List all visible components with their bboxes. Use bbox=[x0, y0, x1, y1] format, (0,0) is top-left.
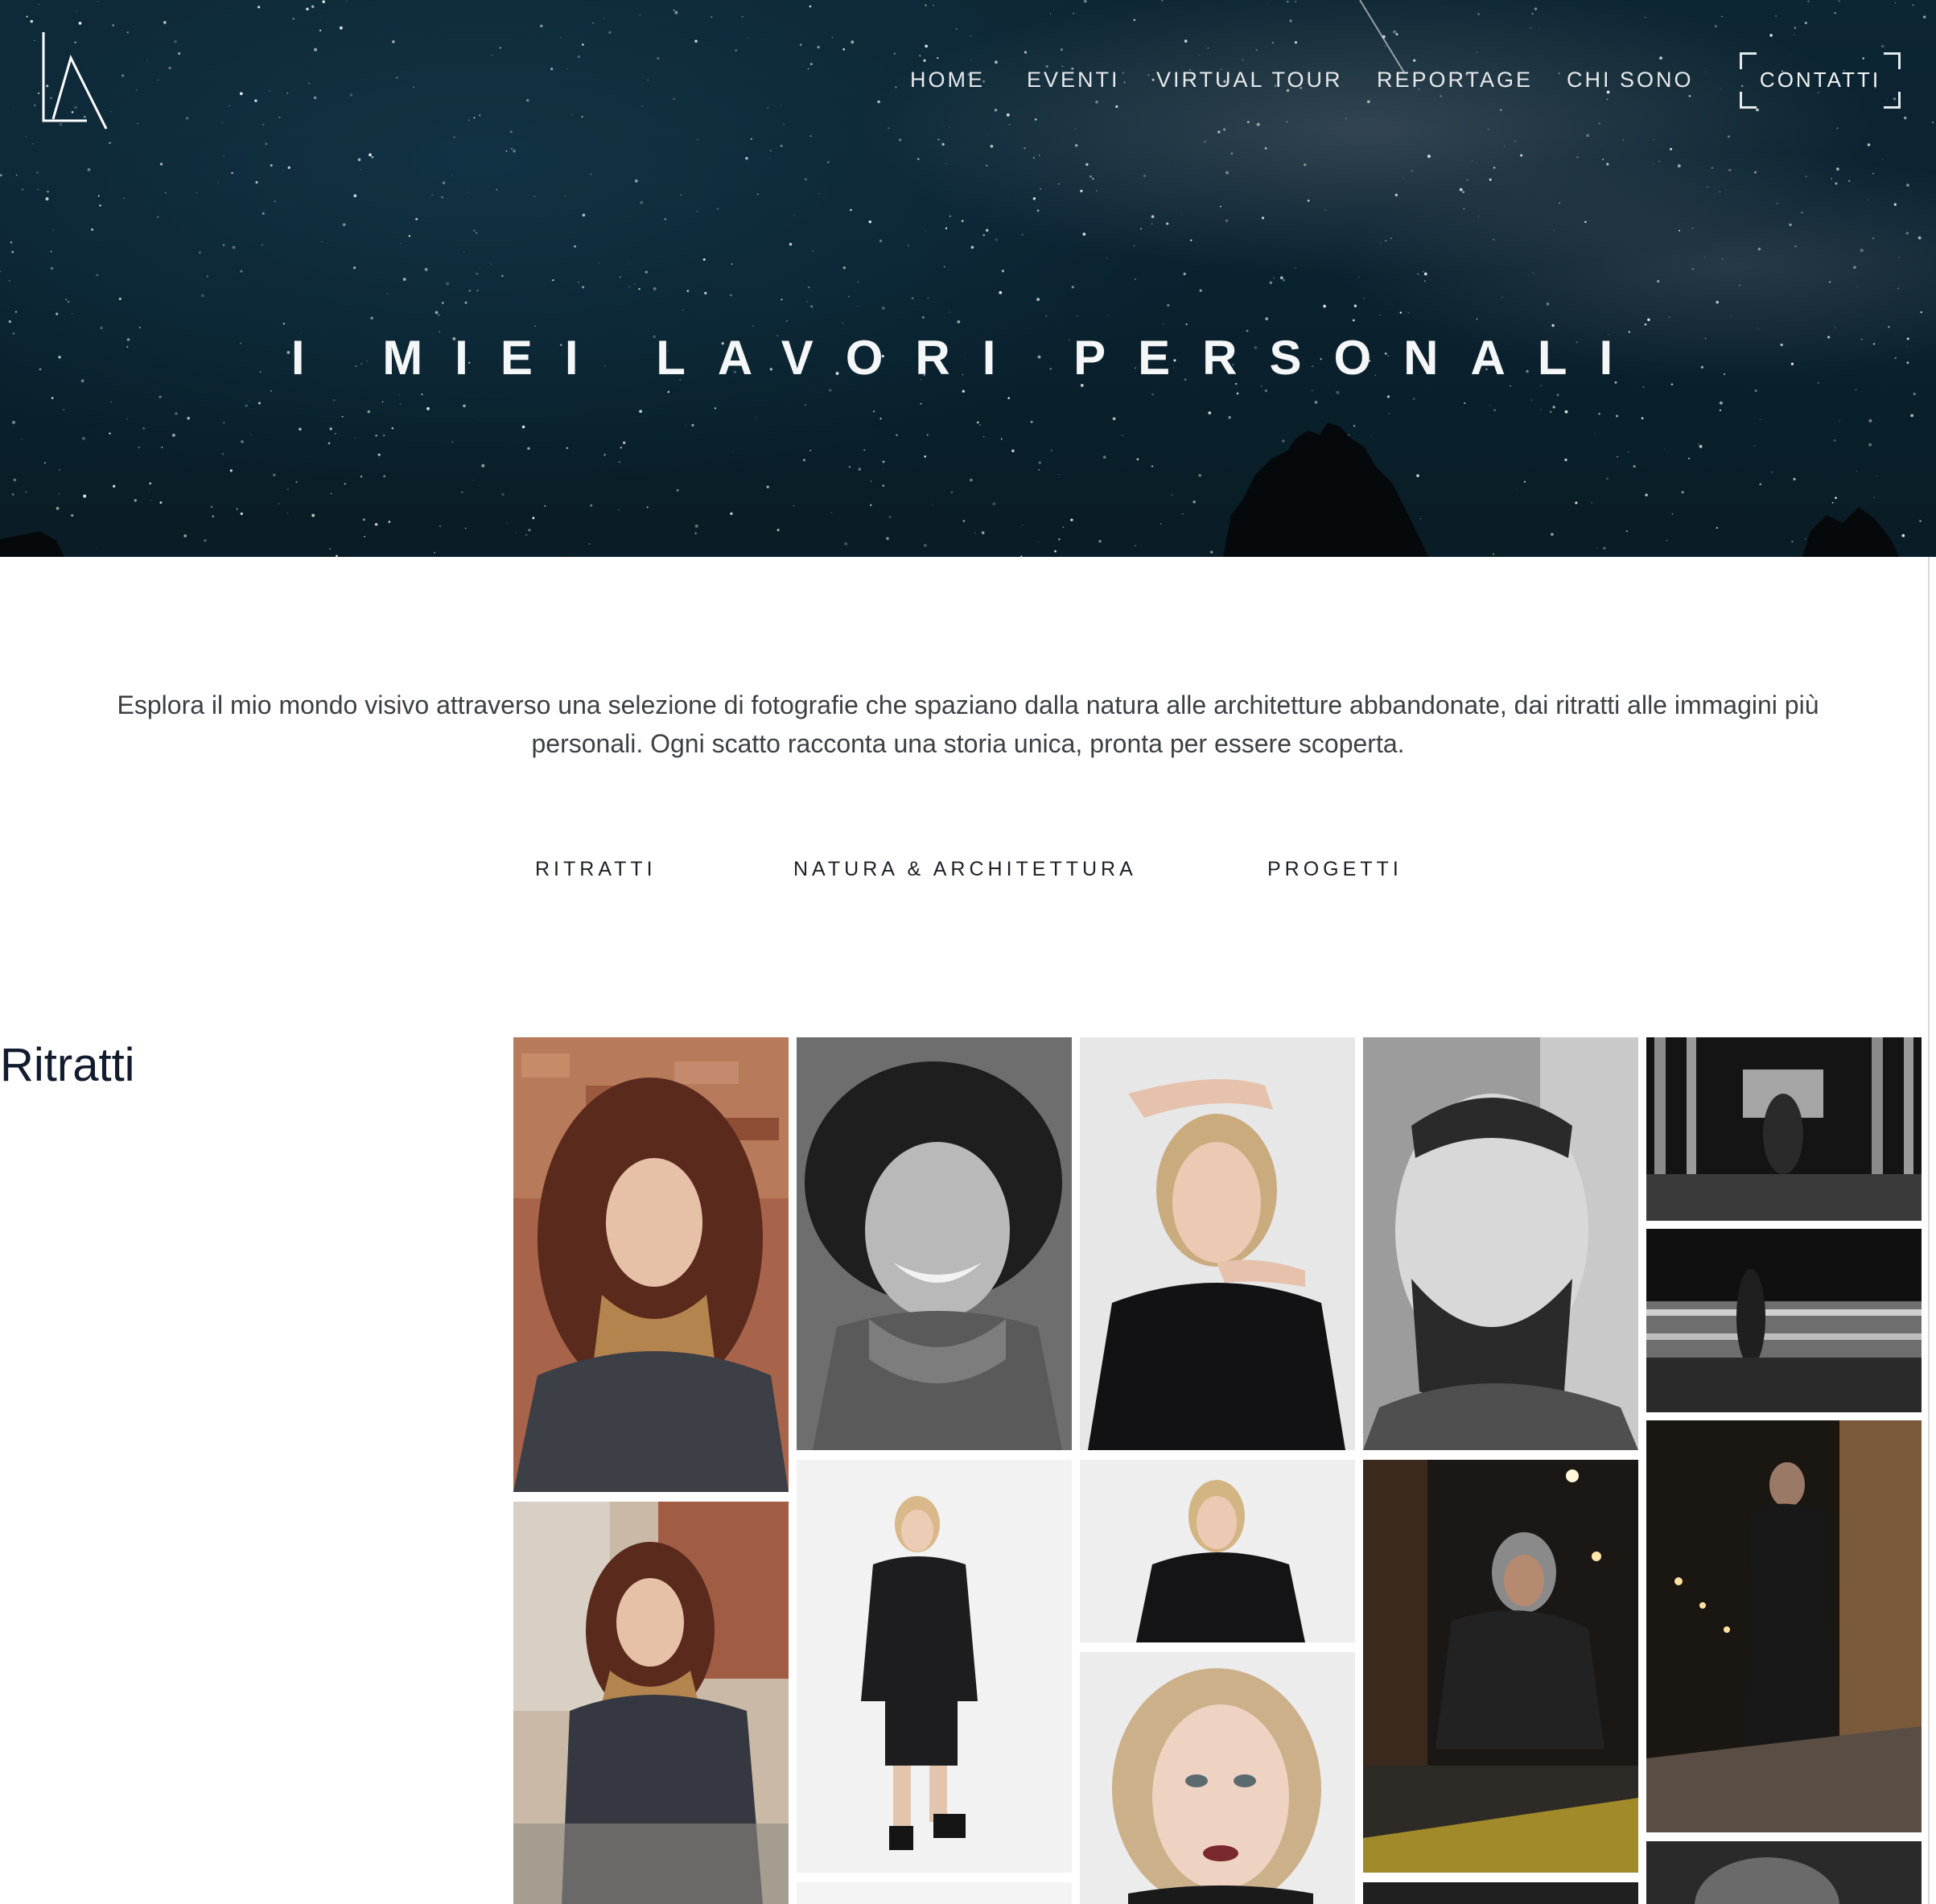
frame-corner bbox=[1884, 92, 1901, 109]
intro-line-2: personali. Ogni scatto racconta una stor… bbox=[531, 729, 1405, 758]
portrait-photo[interactable] bbox=[797, 1037, 1072, 1450]
nav-eventi[interactable]: EVENTI bbox=[1027, 68, 1120, 93]
category-filters: RITRATTI NATURA & ARCHITETTURA PROGETTI bbox=[0, 858, 1936, 890]
filter-progetti[interactable]: PROGETTI bbox=[1267, 858, 1403, 881]
main-navigation: HOME EVENTI VIRTUAL TOUR REPORTAGE CHI S… bbox=[0, 68, 1936, 95]
contact-button[interactable]: CONTATTI bbox=[1740, 52, 1901, 109]
portrait-photo[interactable] bbox=[1363, 1882, 1638, 1904]
frame-corner bbox=[1740, 92, 1757, 109]
page-title: I MIEI LAVORI PERSONALI bbox=[290, 331, 1646, 385]
nav-chi-sono[interactable]: CHI SONO bbox=[1567, 68, 1694, 93]
portrait-photo[interactable] bbox=[513, 1502, 789, 1904]
intro-line-1: Esplora il mio mondo visivo attraverso u… bbox=[117, 690, 1819, 719]
portrait-photo[interactable] bbox=[1646, 1229, 1922, 1412]
portrait-photo[interactable] bbox=[1080, 1037, 1355, 1450]
nav-home[interactable]: HOME bbox=[910, 68, 985, 93]
frame-corner bbox=[1740, 52, 1757, 69]
frame-corner bbox=[1884, 52, 1901, 69]
portrait-photo[interactable] bbox=[1646, 1420, 1922, 1832]
intro-text: Esplora il mio mondo visivo attraverso u… bbox=[0, 686, 1936, 763]
portrait-photo[interactable] bbox=[513, 1037, 789, 1492]
portrait-photo[interactable] bbox=[797, 1882, 1072, 1904]
filter-ritratti[interactable]: RITRATTI bbox=[535, 858, 657, 881]
portrait-photo[interactable] bbox=[1646, 1037, 1922, 1221]
filter-natura-architettura[interactable]: NATURA & ARCHITETTURA bbox=[793, 858, 1137, 881]
portrait-photo[interactable] bbox=[797, 1460, 1072, 1873]
section-title-ritratti: Ritratti bbox=[0, 1039, 135, 1091]
nav-reportage[interactable]: REPORTAGE bbox=[1377, 68, 1533, 93]
nav-virtual-tour[interactable]: VIRTUAL TOUR bbox=[1156, 68, 1343, 93]
portrait-photo[interactable] bbox=[1363, 1460, 1638, 1873]
scrollbar-track[interactable] bbox=[1928, 557, 1936, 1904]
hero-banner: HOME EVENTI VIRTUAL TOUR REPORTAGE CHI S… bbox=[0, 0, 1936, 557]
portrait-photo[interactable] bbox=[1363, 1037, 1638, 1450]
portrait-photo[interactable] bbox=[1646, 1841, 1922, 1904]
portrait-photo[interactable] bbox=[1080, 1652, 1355, 1904]
contact-button-label: CONTATTI bbox=[1759, 68, 1881, 92]
portrait-photo[interactable] bbox=[1080, 1460, 1355, 1642]
